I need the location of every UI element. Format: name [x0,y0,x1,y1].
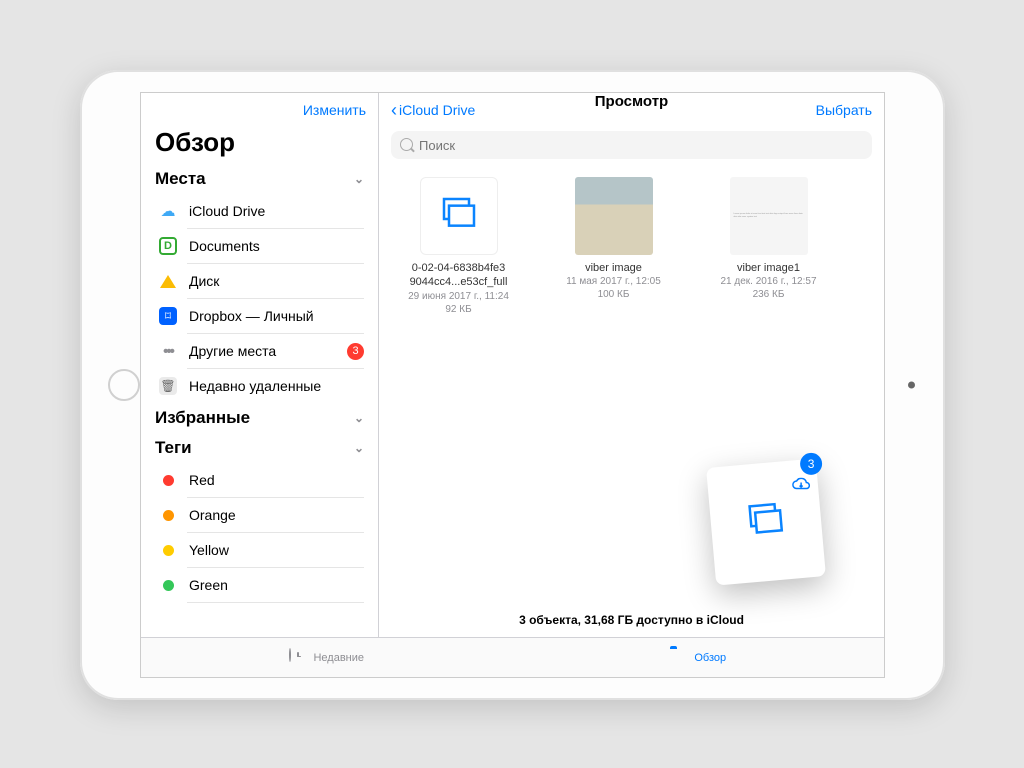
camera-dot [908,382,915,389]
sidebar-item-trash[interactable]: 🗑 Недавно удаленные [155,369,364,403]
tab-recents[interactable]: Недавние [141,638,513,677]
sidebar-item-dropbox[interactable]: ⌑ Dropbox — Личный [155,299,364,333]
file-thumbnail: Lorem ipsum dolor sit amet text text tex… [730,177,808,255]
cloud-download-icon [792,478,810,497]
select-button[interactable]: Выбрать [816,102,872,118]
drag-preview-card[interactable]: 3 [706,458,826,585]
main-pane: ‹ iCloud Drive Выбрать Просмотр [379,93,884,677]
google-drive-icon [157,270,179,292]
sidebar-item-icloud[interactable]: ☁ iCloud Drive [155,194,364,228]
file-thumbnail [575,177,653,255]
search-input[interactable] [391,131,872,159]
tab-bar: Недавние Обзор [141,637,884,677]
tags-header[interactable]: Теги ⌄ [155,433,364,463]
documents-icon [157,235,179,257]
tag-dot-icon [157,574,179,596]
stack-icon [744,501,787,543]
tab-browse[interactable]: Обзор [513,638,885,677]
chevron-down-icon: ⌄ [354,411,364,425]
cloud-icon: ☁ [157,200,179,222]
sidebar-item-other[interactable]: ••• Другие места 3 [155,334,364,368]
search-icon [391,131,872,159]
places-header[interactable]: Места ⌄ [155,164,364,194]
tag-dot-icon [157,469,179,491]
more-icon: ••• [157,340,179,362]
file-item[interactable]: Lorem ipsum dolor sit amet text text tex… [711,177,826,301]
chevron-down-icon: ⌄ [354,172,364,186]
file-item[interactable]: viber image 11 мая 2017 г., 12:05 100 КБ [556,177,671,301]
file-thumbnail [420,177,498,255]
back-button[interactable]: ‹ iCloud Drive [391,100,475,121]
tag-dot-icon [157,504,179,526]
tag-dot-icon [157,539,179,561]
home-button[interactable] [108,369,140,401]
favorites-header[interactable]: Избранные ⌄ [155,403,364,433]
tag-item-yellow[interactable]: Yellow [155,533,364,567]
status-text: 3 объекта, 31,68 ГБ доступно в iCloud [379,613,884,627]
sidebar: Изменить Обзор Места ⌄ ☁ iCloud Drive [141,93,379,677]
chevron-down-icon: ⌄ [354,441,364,455]
badge-count: 3 [347,343,364,360]
tag-item-orange[interactable]: Orange [155,498,364,532]
selection-count-badge: 3 [800,453,822,475]
edit-button[interactable]: Изменить [303,102,366,118]
chevron-left-icon: ‹ [391,100,397,121]
tag-item-green[interactable]: Green [155,568,364,602]
dropbox-icon: ⌑ [157,305,179,327]
sidebar-item-documents[interactable]: Documents [155,229,364,263]
trash-icon: 🗑 [157,375,179,397]
sidebar-title: Обзор [141,127,378,164]
folder-icon [670,649,688,667]
tag-item-red[interactable]: Red [155,463,364,497]
stack-icon [439,197,479,236]
file-item[interactable]: 0-02-04-6838b4fe3 9044cc4...e53cf_full 2… [401,177,516,316]
file-grid: 0-02-04-6838b4fe3 9044cc4...e53cf_full 2… [379,163,884,316]
sidebar-item-drive[interactable]: Диск [155,264,364,298]
clock-icon [289,649,307,667]
